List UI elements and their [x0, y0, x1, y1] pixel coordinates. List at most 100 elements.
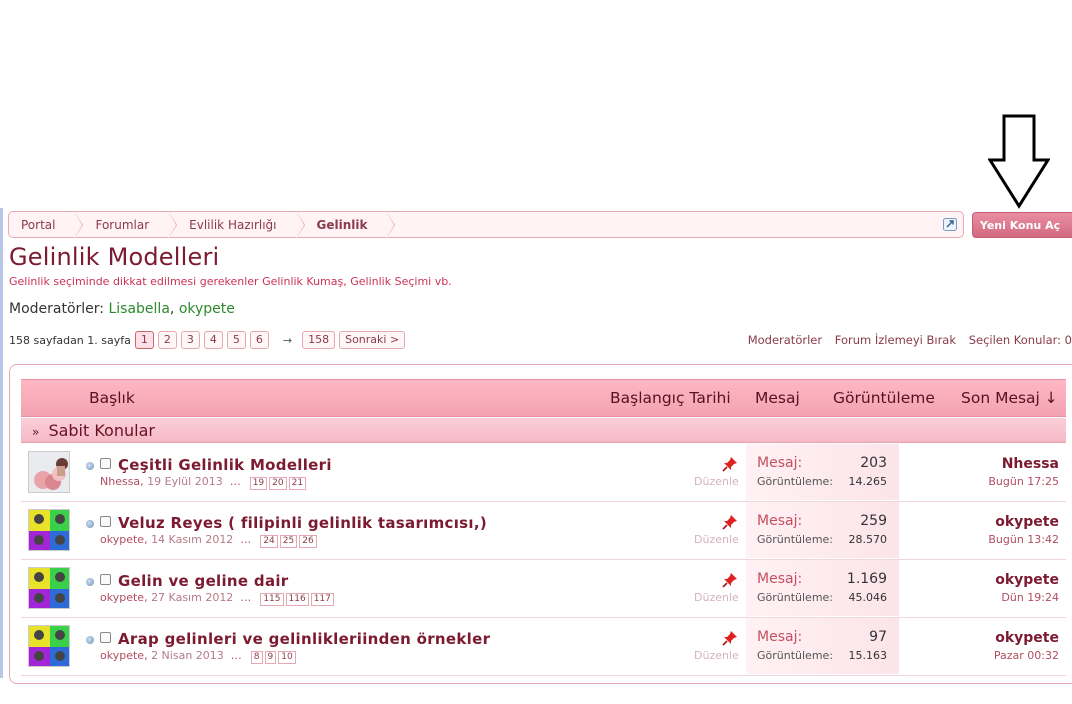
thread-select-checkbox[interactable] [100, 632, 111, 643]
views-count: 14.265 [848, 475, 888, 488]
thread-author-link[interactable]: Nhessa [100, 475, 140, 488]
edit-link[interactable]: Düzenle [694, 475, 739, 488]
thread-row: Arap gelinleri ve gelinlikleriinden örne… [21, 618, 1066, 676]
column-title[interactable]: Başlık [89, 389, 135, 407]
avatar[interactable] [28, 509, 70, 551]
page-link[interactable]: 6 [249, 331, 269, 349]
thread-page-link[interactable]: 20 [269, 477, 287, 490]
edit-link[interactable]: Düzenle [694, 591, 739, 604]
column-last-post[interactable]: Son Mesaj ↓ [961, 389, 1058, 407]
thread-meta: okypete, 2 Nisan 2013 … 8 9 10 [100, 649, 296, 664]
moderators-line: Moderatörler: Lisabella, okypete [9, 301, 235, 317]
thread-start-date: 2 Nisan 2013 [151, 649, 224, 662]
thread-page-link[interactable]: 9 [264, 651, 277, 664]
thread-list-header: Başlık Başlangıç Tarihi Mesaj Görüntülem… [21, 379, 1066, 417]
page-link[interactable]: 2 [157, 331, 177, 349]
page-link[interactable]: 4 [203, 331, 223, 349]
thread-meta: okypete, 27 Kasım 2012 … 115 116 117 [100, 591, 334, 606]
views-count: 45.046 [848, 591, 888, 604]
selected-threads-link[interactable]: Seçilen Konular: 0 [969, 333, 1072, 347]
column-views[interactable]: Görüntüleme [833, 389, 935, 407]
forum-toolbar: Moderatörler Forum İzlemeyi Bırak Seçile… [739, 333, 1072, 347]
edit-link[interactable]: Düzenle [694, 533, 739, 546]
forum-description: Gelinlik seçiminde dikkat edilmesi gerek… [9, 275, 452, 288]
double-chevron-icon: » [32, 425, 40, 439]
breadcrumb: Portal Forumlar Evlilik Hazırlığı Gelinl… [8, 211, 964, 239]
thread-author-link[interactable]: okypete [100, 591, 144, 604]
thread-meta: okypete, 14 Kasım 2012 … 24 25 26 [100, 533, 317, 548]
moderators-link[interactable]: Moderatörler [748, 333, 822, 347]
last-post-info: okypete Bugün 13:42 [988, 514, 1059, 546]
avatar[interactable] [28, 567, 70, 609]
thread-title-link[interactable]: Çeşitli Gelinlik Modelleri [118, 456, 332, 474]
moderators-label: Moderatörler: [9, 301, 105, 317]
moderator-link[interactable]: Lisabella [108, 301, 169, 317]
column-start-date[interactable]: Başlangıç Tarihi [610, 389, 731, 407]
breadcrumb-item-forums[interactable]: Forumlar [75, 211, 177, 239]
thread-stats: Mesaj: 97 Görüntüleme: 15.163 [746, 618, 899, 674]
breadcrumb-item-wedding-prep[interactable]: Evlilik Hazırlığı [169, 211, 305, 239]
thread-page-link[interactable]: 25 [279, 535, 298, 548]
thread-status-icon [86, 578, 94, 586]
thread-page-link[interactable]: 8 [250, 651, 263, 664]
thread-meta: Nhessa, 19 Eylül 2013 … 19 20 21 [100, 475, 307, 490]
pin-icon [722, 631, 737, 646]
replies-count: 259 [860, 513, 887, 529]
breadcrumb-item-portal[interactable]: Portal [9, 211, 85, 239]
column-replies[interactable]: Mesaj [755, 389, 800, 407]
last-post-time-link[interactable]: Pazar 00:32 [994, 649, 1059, 662]
moderator-link[interactable]: okypete [179, 301, 235, 317]
thread-page-link[interactable]: 116 [285, 593, 309, 606]
page-link[interactable]: 5 [226, 331, 246, 349]
unwatch-forum-link[interactable]: Forum İzlemeyi Bırak [835, 333, 956, 347]
breadcrumb-item-current[interactable]: Gelinlik [297, 211, 396, 239]
thread-author-link[interactable]: okypete [100, 649, 144, 662]
pin-icon [722, 515, 737, 530]
page-link[interactable]: 3 [180, 331, 200, 349]
thread-stats: Mesaj: 203 Görüntüleme: 14.265 [746, 444, 899, 500]
page-title: Gelinlik Modelleri [9, 243, 220, 271]
last-post-user-link[interactable]: okypete [994, 630, 1059, 646]
views-label: Görüntüleme: [757, 475, 834, 488]
thread-start-date: 27 Kasım 2012 [151, 591, 234, 604]
left-border [0, 208, 3, 678]
thread-author-link[interactable]: okypete [100, 533, 144, 546]
thread-start-date: 14 Kasım 2012 [151, 533, 234, 546]
thread-page-link[interactable]: 21 [288, 477, 307, 490]
thread-select-checkbox[interactable] [100, 516, 111, 527]
thread-page-link[interactable]: 19 [249, 477, 268, 490]
new-thread-button[interactable]: Yeni Konu Aç [972, 212, 1072, 238]
external-link-icon[interactable] [943, 218, 957, 231]
thread-select-checkbox[interactable] [100, 458, 111, 469]
thread-page-link[interactable]: 26 [299, 535, 317, 548]
thread-stats: Mesaj: 1.169 Görüntüleme: 45.046 [746, 560, 899, 616]
thread-stats: Mesaj: 259 Görüntüleme: 28.570 [746, 502, 899, 558]
avatar[interactable] [28, 451, 70, 493]
thread-page-link[interactable]: 24 [260, 535, 278, 548]
thread-title-link[interactable]: Gelin ve geline dair [118, 572, 289, 590]
page-link-current[interactable]: 1 [134, 331, 154, 349]
views-label: Görüntüleme: [757, 649, 834, 662]
last-post-user-link[interactable]: Nhessa [988, 456, 1059, 472]
last-post-user-link[interactable]: okypete [988, 514, 1059, 530]
thread-page-link[interactable]: 10 [278, 651, 296, 664]
page-link-last[interactable]: 158 [302, 331, 336, 349]
views-label: Görüntüleme: [757, 591, 834, 604]
thread-page-link[interactable]: 117 [310, 593, 334, 606]
edit-link[interactable]: Düzenle [694, 649, 739, 662]
thread-title-link[interactable]: Arap gelinleri ve gelinlikleriinden örne… [118, 630, 490, 648]
replies-label: Mesaj: [757, 571, 803, 587]
last-post-time-link[interactable]: Bugün 17:25 [988, 475, 1059, 488]
next-page-button[interactable]: Sonraki > [339, 331, 406, 349]
last-post-user-link[interactable]: okypete [995, 572, 1059, 588]
views-count: 15.163 [848, 649, 888, 662]
thread-title-link[interactable]: Veluz Reyes ( filipinli gelinlik tasarım… [118, 514, 487, 532]
avatar[interactable] [28, 625, 70, 667]
last-post-info: okypete Dün 19:24 [995, 572, 1059, 604]
thread-select-checkbox[interactable] [100, 574, 111, 585]
replies-label: Mesaj: [757, 513, 803, 529]
thread-page-link[interactable]: 115 [260, 593, 284, 606]
sticky-threads-header: » Sabit Konular [21, 418, 1066, 443]
last-post-time-link[interactable]: Bugün 13:42 [988, 533, 1059, 546]
last-post-time-link[interactable]: Dün 19:24 [995, 591, 1059, 604]
